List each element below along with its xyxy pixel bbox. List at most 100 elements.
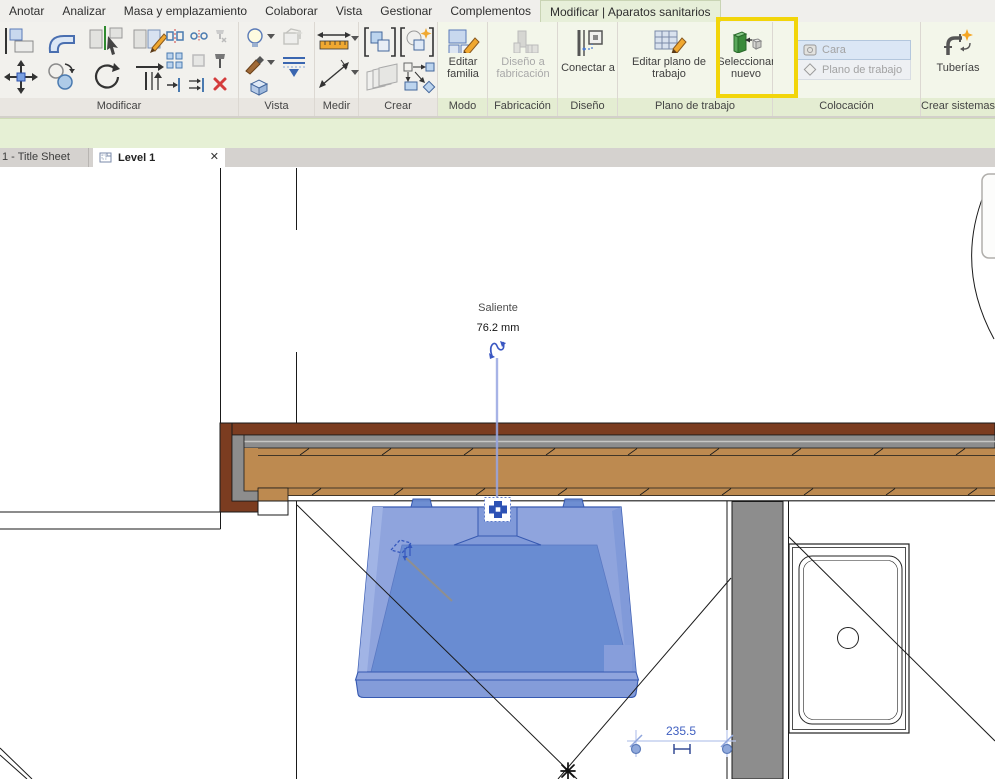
cara-label: Cara — [822, 44, 846, 56]
split-element-icon[interactable] — [166, 28, 184, 44]
override-graphics-icon[interactable] — [281, 54, 307, 78]
diseno-fabricacion-button[interactable]: Diseño a fabricación — [488, 22, 558, 80]
group-icon[interactable] — [190, 52, 208, 70]
panel-crear-label[interactable]: Crear — [359, 98, 437, 116]
panel-crear-body — [359, 22, 437, 98]
tab-colaborar[interactable]: Colaborar — [256, 1, 327, 21]
view-tab-level-1[interactable]: Level 1 ✕ — [93, 148, 225, 167]
editar-familia-icon — [446, 27, 480, 53]
drawing-area[interactable]: 235.5 Saliente 76.2 mm — [0, 167, 995, 779]
tab-masa-y-emplazamiento[interactable]: Masa y emplazamiento — [115, 1, 256, 21]
tab-complementos[interactable]: Complementos — [441, 1, 540, 21]
intersection-marker — [561, 763, 575, 779]
panel-crear: Crear — [359, 22, 438, 116]
lightbulb-icon[interactable] — [245, 27, 267, 51]
drawing-canvas[interactable]: 235.5 Saliente 76.2 mm — [0, 167, 995, 779]
temporary-dimension[interactable]: 235.5 — [627, 724, 736, 757]
panel-modo-label[interactable]: Modo — [438, 98, 487, 116]
wall-section[interactable] — [220, 423, 995, 515]
pin-icon[interactable] — [212, 52, 228, 70]
trim-extend-corner-icon[interactable] — [166, 76, 184, 94]
options-bar — [0, 118, 995, 148]
plano-trabajo-label: Plano de trabajo — [822, 64, 902, 76]
selected-sink[interactable] — [356, 499, 639, 698]
cope-icon[interactable] — [44, 26, 80, 56]
diseno-fabricacion-label: Diseño a fabricación — [488, 56, 558, 80]
unpin-icon[interactable] — [212, 28, 228, 44]
dimension-grip-left[interactable] — [632, 745, 641, 754]
panel-modo: Editar familia Modo — [438, 22, 488, 116]
offset-icon[interactable] — [44, 60, 78, 94]
panel-colocacion-label[interactable]: Colocación — [773, 98, 920, 116]
colocacion-plano-option[interactable]: Plano de trabajo — [797, 60, 911, 80]
panel-medir: Medir — [315, 22, 359, 116]
array-icon[interactable] — [166, 52, 184, 70]
cut-geometry-icon[interactable] — [88, 24, 126, 56]
editar-familia-button[interactable]: Editar familia — [438, 22, 488, 80]
seleccionar-nuevo-button[interactable]: Seleccionar nuevo — [720, 22, 772, 80]
conectar-a-button[interactable]: Conectar a — [558, 22, 618, 80]
rotate-icon[interactable] — [88, 60, 122, 94]
wall-pier[interactable] — [727, 501, 789, 779]
panel-vista: Vista — [239, 22, 315, 116]
panel-vista-label[interactable]: Vista — [239, 98, 314, 116]
panel-plano-label[interactable]: Plano de trabajo — [618, 98, 772, 116]
counter-edge-lines[interactable] — [0, 168, 221, 529]
tab-analizar[interactable]: Analizar — [53, 1, 114, 21]
panel-plano-body: Editar plano de trabajo Seleccionar nuev… — [618, 22, 772, 98]
tuberias-button[interactable]: Tuberías — [928, 22, 988, 80]
dimension-value[interactable]: 235.5 — [666, 724, 696, 738]
hide-window-icon[interactable] — [281, 26, 305, 48]
tuberias-label: Tuberías — [936, 62, 979, 74]
panel-fabricacion-label[interactable]: Fabricación — [488, 98, 557, 116]
join-geometry-icon[interactable] — [132, 24, 170, 56]
flip-control-icon[interactable] — [489, 341, 506, 359]
seleccionar-nuevo-label: Seleccionar nuevo — [717, 56, 774, 80]
paintbrush-icon[interactable] — [244, 55, 266, 75]
editar-plano-label: Editar plano de trabajo — [624, 56, 714, 80]
legend-component-icon[interactable] — [363, 26, 397, 58]
tab-anotar[interactable]: Anotar — [0, 1, 53, 21]
panel-crear-sistemas-label[interactable]: Crear sistemas — [921, 98, 995, 116]
move-icon[interactable] — [4, 60, 38, 94]
panel-modificar: Modificar — [0, 22, 239, 116]
paintbrush-dropdown-icon[interactable] — [267, 60, 275, 66]
navigation-bar[interactable] — [982, 174, 995, 258]
dimension-style-icon[interactable] — [674, 744, 690, 754]
dimension-grip-right[interactable] — [723, 745, 732, 754]
measure-icon[interactable] — [317, 30, 351, 52]
duplicate-view-icon[interactable] — [363, 62, 401, 94]
lightbulb-dropdown-icon[interactable] — [267, 34, 275, 40]
panel-plano-de-trabajo: Editar plano de trabajo Seleccionar nuev… — [618, 22, 773, 116]
plan-view-icon — [99, 151, 112, 164]
trim-extend-multiple-icon[interactable] — [188, 76, 208, 94]
tab-modificar-aparatos-sanitarios[interactable]: Modificar | Aparatos sanitarios — [540, 0, 721, 22]
close-view-icon[interactable]: ✕ — [210, 152, 219, 163]
split-with-gap-icon[interactable] — [190, 28, 208, 44]
measure-dropdown-icon[interactable] — [351, 36, 359, 42]
editar-plano-de-trabajo-button[interactable]: Editar plano de trabajo — [624, 22, 714, 80]
panel-diseno-label[interactable]: Diseño — [558, 98, 617, 116]
tab-vista[interactable]: Vista — [327, 1, 371, 21]
conectar-a-icon — [571, 27, 605, 59]
saliente-value[interactable]: 76.2 mm — [477, 322, 520, 334]
panel-crear-sistemas-body: Tuberías — [921, 22, 995, 98]
measure-angle-dropdown-icon[interactable] — [351, 70, 359, 76]
panel-modificar-label[interactable]: Modificar — [0, 98, 238, 116]
create-similar-icon[interactable] — [399, 26, 435, 58]
tab-gestionar[interactable]: Gestionar — [371, 1, 441, 21]
ribbon-tab-bar: Anotar Analizar Masa y emplazamiento Col… — [0, 0, 995, 22]
align-icon[interactable] — [132, 60, 168, 94]
cara-icon — [803, 44, 817, 57]
paste-icon[interactable] — [4, 26, 38, 56]
group-network-icon[interactable] — [403, 62, 437, 94]
colocacion-cara-option[interactable]: Cara — [797, 40, 911, 60]
panel-modificar-body — [0, 22, 238, 98]
panel-colocacion: Cara Plano de trabajo Colocación — [773, 22, 921, 116]
panel-medir-label[interactable]: Medir — [315, 98, 358, 116]
move-control-icon[interactable] — [485, 498, 511, 522]
view-tab-title-sheet[interactable]: 1 - Title Sheet — [0, 148, 89, 167]
delete-icon[interactable] — [212, 76, 228, 92]
measure-angle-icon[interactable] — [317, 58, 351, 90]
selection-box-icon[interactable] — [247, 78, 271, 96]
